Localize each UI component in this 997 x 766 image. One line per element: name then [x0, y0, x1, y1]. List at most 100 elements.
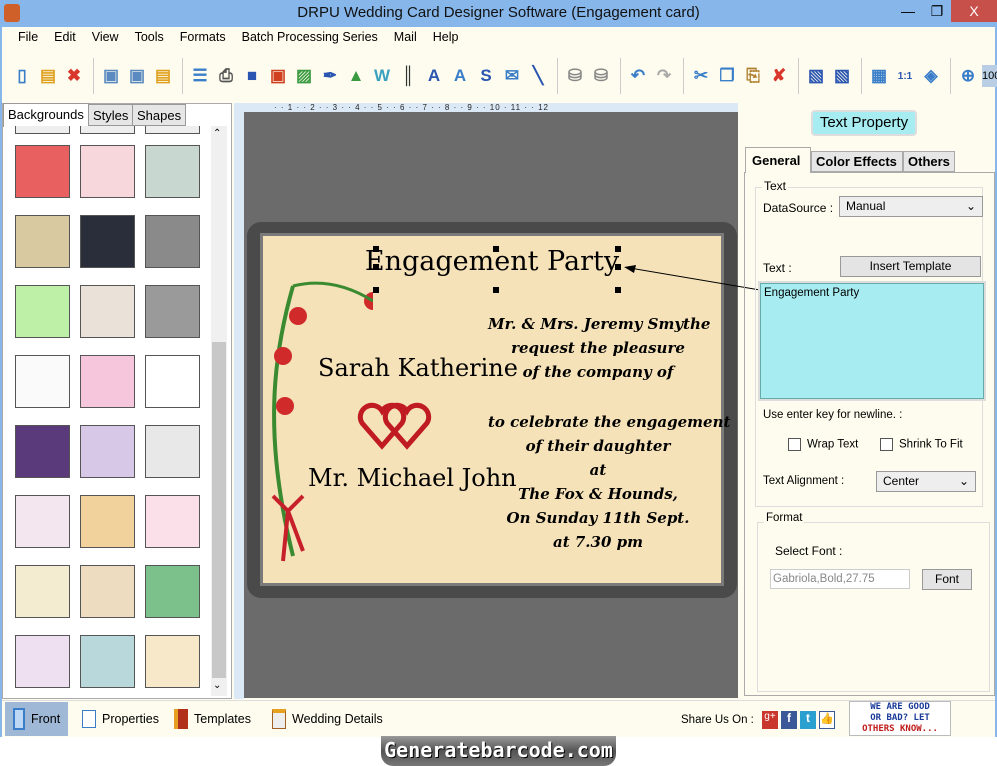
background-icon[interactable]: ■ — [240, 64, 264, 88]
send-back-icon[interactable]: ▧ — [830, 64, 854, 88]
bring-front-icon[interactable]: ▧ — [804, 64, 828, 88]
background-thumbnail[interactable] — [15, 565, 70, 618]
tab-color-effects[interactable]: Color Effects — [811, 151, 903, 172]
menu-help[interactable]: Help — [425, 29, 467, 47]
undo-icon[interactable]: ↶ — [626, 64, 650, 88]
barcode-icon[interactable]: ║ — [396, 64, 420, 88]
background-thumbnail[interactable] — [145, 425, 200, 478]
background-thumbnail[interactable] — [80, 355, 135, 408]
zoom-in-icon[interactable]: ⊕ — [956, 64, 980, 88]
background-thumbnail[interactable] — [15, 145, 70, 198]
signature-icon[interactable]: ✒ — [318, 64, 342, 88]
background-thumbnail[interactable] — [15, 635, 70, 688]
background-thumbnail[interactable] — [15, 355, 70, 408]
scroll-down-icon[interactable]: ⌄ — [213, 680, 221, 691]
word-art-icon[interactable]: A — [448, 64, 472, 88]
save-as-icon[interactable]: ▣ — [125, 64, 149, 88]
watermark-icon[interactable]: W — [370, 64, 394, 88]
tab-properties[interactable]: Properties — [74, 702, 167, 736]
wrap-text-checkbox[interactable]: Wrap Text — [788, 438, 858, 451]
font-field[interactable]: Gabriola,Bold,27.75 — [770, 569, 910, 589]
background-thumbnail[interactable] — [145, 126, 200, 134]
open-icon[interactable]: ▤ — [36, 64, 60, 88]
menu-edit[interactable]: Edit — [46, 29, 84, 47]
copy-icon[interactable]: ❐ — [715, 64, 739, 88]
invitation-text-top[interactable]: Mr. & Mrs. Jeremy Smythe request the plea… — [488, 312, 710, 384]
background-thumbnail[interactable] — [145, 285, 200, 338]
text-alignment-select[interactable]: Center ⌄ — [876, 471, 976, 492]
tab-shapes[interactable]: Shapes — [132, 104, 187, 126]
background-thumbnail[interactable] — [80, 635, 135, 688]
groom-name-text[interactable]: Mr. Michael John — [308, 464, 517, 492]
redo-icon[interactable]: ↷ — [652, 64, 676, 88]
restore-button[interactable]: ❐ — [922, 0, 952, 22]
scroll-up-icon[interactable]: ⌃ — [213, 128, 221, 139]
like-icon[interactable]: 👍 — [819, 711, 835, 729]
grid-icon[interactable]: ▦ — [867, 64, 891, 88]
google-plus-icon[interactable]: g+ — [762, 711, 778, 729]
menu-file[interactable]: File — [10, 29, 46, 47]
background-thumbnail[interactable] — [15, 425, 70, 478]
menu-formats[interactable]: Formats — [172, 29, 234, 47]
menu-batch-processing-series[interactable]: Batch Processing Series — [234, 29, 386, 47]
background-thumbnail[interactable] — [80, 145, 135, 198]
datasource-select[interactable]: Manual ⌄ — [839, 196, 983, 217]
mail-icon[interactable]: ✉ — [500, 64, 524, 88]
background-thumbnail[interactable] — [15, 126, 70, 134]
page-setup-icon[interactable]: ☰ — [188, 64, 212, 88]
actual-size-icon[interactable]: 1:1 — [893, 64, 917, 88]
zoom-level[interactable]: 100% — [982, 65, 997, 87]
background-thumbnail[interactable] — [145, 495, 200, 548]
font-button[interactable]: Font — [922, 569, 972, 590]
delete-icon[interactable]: ✘ — [767, 64, 791, 88]
text-icon[interactable]: A — [422, 64, 446, 88]
background-thumbnail[interactable] — [15, 285, 70, 338]
bride-name-text[interactable]: Sarah Katherine — [318, 354, 518, 382]
background-thumbnail[interactable] — [145, 355, 200, 408]
new-icon[interactable]: ▯ — [10, 64, 34, 88]
menu-mail[interactable]: Mail — [386, 29, 425, 47]
cut-icon[interactable]: ✂ — [689, 64, 713, 88]
save-icon[interactable]: ▣ — [99, 64, 123, 88]
line-icon[interactable]: ╲ — [526, 64, 550, 88]
text-input[interactable]: Engagement Party — [758, 281, 986, 401]
database-settings-icon[interactable]: ⛁ — [589, 64, 613, 88]
menu-view[interactable]: View — [84, 29, 127, 47]
minimize-button[interactable]: — — [893, 0, 923, 22]
paste-icon[interactable]: ⎘ — [741, 64, 765, 88]
background-thumbnail[interactable] — [80, 285, 135, 338]
tab-wedding-details[interactable]: Wedding Details — [264, 702, 391, 736]
menu-tools[interactable]: Tools — [127, 29, 172, 47]
database-icon[interactable]: ⛁ — [563, 64, 587, 88]
insert-template-button[interactable]: Insert Template — [840, 256, 981, 277]
background-thumbnail[interactable] — [80, 495, 135, 548]
background-thumbnail[interactable] — [80, 126, 135, 134]
shapes-icon[interactable]: ▲ — [344, 64, 368, 88]
feedback-banner[interactable]: WE ARE GOOD OR BAD? LET OTHERS KNOW... — [849, 701, 951, 736]
close-button[interactable]: X — [951, 0, 997, 22]
image-icon[interactable]: ▨ — [292, 64, 316, 88]
fit-icon[interactable]: ◈ — [919, 64, 943, 88]
background-thumbnail[interactable] — [145, 565, 200, 618]
print-icon[interactable]: ⎙ — [214, 64, 238, 88]
gift-icon[interactable]: ▣ — [266, 64, 290, 88]
background-thumbnail[interactable] — [145, 635, 200, 688]
background-thumbnail[interactable] — [80, 425, 135, 478]
background-thumbnail[interactable] — [145, 145, 200, 198]
export-icon[interactable]: ▤ — [151, 64, 175, 88]
close-doc-icon[interactable]: ✖ — [62, 64, 86, 88]
symbol-icon[interactable]: S — [474, 64, 498, 88]
tab-templates[interactable]: Templates — [166, 702, 259, 736]
tab-general[interactable]: General — [745, 147, 811, 173]
background-thumbnail[interactable] — [15, 495, 70, 548]
invitation-text-bottom[interactable]: to celebrate the engagement of their daug… — [488, 410, 730, 554]
shrink-to-fit-checkbox[interactable]: Shrink To Fit — [880, 438, 963, 451]
twitter-icon[interactable]: t — [800, 711, 816, 729]
tab-others[interactable]: Others — [903, 151, 955, 172]
background-thumbnail[interactable] — [80, 215, 135, 268]
facebook-icon[interactable]: f — [781, 711, 797, 729]
tab-front[interactable]: Front — [5, 702, 69, 736]
background-thumbnail[interactable] — [15, 215, 70, 268]
tab-backgrounds[interactable]: Backgrounds — [3, 103, 89, 127]
hearts-image[interactable] — [357, 401, 437, 451]
